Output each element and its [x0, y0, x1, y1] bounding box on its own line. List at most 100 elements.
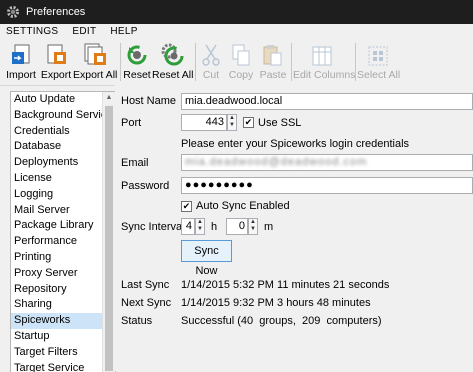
menu-settings[interactable]: SETTINGS [0, 26, 66, 37]
reset-label: Reset [123, 69, 151, 81]
reset-all-label: Reset All [152, 69, 194, 81]
nav-item-logging[interactable]: Logging [11, 187, 115, 203]
sync-now-button[interactable]: Sync Now [181, 240, 232, 277]
stepper-up-icon[interactable]: ▲ [228, 115, 236, 122]
edit-columns-button[interactable]: Edit Columns [293, 41, 356, 83]
email-value: mia.deadwood@deadwood.com [185, 156, 368, 168]
next-sync-value: 1/14/2015 9:32 PM 3 hours 48 minutes [181, 297, 371, 309]
toolbar-separator [195, 43, 196, 81]
edit-columns-label: Edit Columns [293, 69, 356, 81]
nav-item-license[interactable]: License [11, 171, 115, 187]
port-label: Port [121, 117, 142, 129]
table-columns-icon [312, 46, 332, 66]
nav-item-performance[interactable]: Performance [11, 234, 115, 250]
port-stepper[interactable]: ▲ ▼ [227, 114, 237, 131]
next-sync-label: Next Sync [121, 297, 172, 309]
credentials-hint: Please enter your Spiceworks login crede… [181, 138, 410, 150]
copy-button[interactable]: Copy [226, 41, 256, 83]
nav-list: Auto Update Background Service Credentia… [11, 92, 115, 372]
nav-item-proxy-server[interactable]: Proxy Server [11, 266, 115, 282]
last-sync-label: Last Sync [121, 279, 170, 291]
toolbar-separator [355, 43, 356, 81]
reset-all-icon [161, 43, 184, 66]
nav-item-background-service[interactable]: Background Service [11, 108, 115, 124]
select-all-button[interactable]: Select All [357, 41, 401, 83]
email-label: Email [121, 157, 149, 169]
auto-sync-checkbox[interactable]: ✔ [181, 201, 192, 212]
nav-item-target-service[interactable]: Target Service [11, 361, 115, 372]
status-value: Successful (40 groups, 209 computers) [181, 315, 382, 327]
reset-button[interactable]: Reset [123, 41, 151, 83]
host-name-label: Host Name [121, 95, 177, 107]
hours-unit-label: h [211, 221, 218, 233]
import-icon [12, 44, 30, 64]
paste-label: Paste [259, 69, 287, 81]
export-all-label: Export All [73, 69, 118, 81]
nav-item-printing[interactable]: Printing [11, 250, 115, 266]
menu-edit[interactable]: EDIT [66, 26, 104, 37]
last-sync-value: 1/14/2015 5:32 PM 11 minutes 21 seconds [181, 279, 390, 291]
window-title: Preferences [26, 6, 86, 18]
cut-button[interactable]: Cut [198, 41, 224, 83]
status-label: Status [121, 315, 153, 327]
paste-button[interactable]: Paste [258, 41, 288, 83]
paste-icon [263, 45, 282, 66]
nav-scrollbar[interactable]: ▲ [102, 92, 115, 372]
import-label: Import [6, 69, 36, 81]
sync-minutes-input[interactable]: 0 [226, 218, 248, 235]
scroll-up-arrow-icon[interactable]: ▲ [103, 92, 115, 104]
scissors-icon [202, 44, 220, 66]
settings-category-list: Auto Update Background Service Credentia… [10, 91, 116, 372]
stepper-up-icon[interactable]: ▲ [249, 219, 257, 226]
use-ssl-label: Use SSL [258, 117, 302, 129]
menu-help[interactable]: HELP [104, 26, 145, 37]
select-all-label: Select All [357, 69, 401, 81]
gear-icon [7, 6, 19, 18]
minutes-unit-label: m [264, 221, 274, 233]
export-all-icon [84, 43, 106, 65]
scrollbar-thumb[interactable] [105, 106, 113, 371]
host-name-input[interactable]: mia.deadwood.local [181, 93, 473, 110]
nav-item-package-library[interactable]: Package Library [11, 218, 115, 234]
sync-hours-stepper[interactable]: ▲ ▼ [195, 218, 205, 235]
nav-item-auto-update[interactable]: Auto Update [11, 92, 115, 108]
password-label: Password [121, 180, 170, 192]
stepper-down-icon[interactable]: ▼ [196, 226, 204, 233]
nav-item-deployments[interactable]: Deployments [11, 155, 115, 171]
toolbar-separator [120, 43, 121, 81]
nav-item-startup[interactable]: Startup [11, 329, 115, 345]
use-ssl-checkbox[interactable]: ✔ [243, 117, 254, 128]
stepper-up-icon[interactable]: ▲ [196, 219, 204, 226]
stepper-down-icon[interactable]: ▼ [228, 122, 236, 129]
reset-icon [127, 45, 147, 65]
nav-item-spiceworks[interactable]: Spiceworks [11, 313, 115, 329]
nav-item-target-filters[interactable]: Target Filters [11, 345, 115, 361]
export-icon [47, 44, 66, 64]
import-button[interactable]: Import [4, 41, 38, 83]
select-all-icon [368, 46, 388, 66]
copy-icon [232, 44, 250, 66]
password-input[interactable]: ●●●●●●●●● [181, 177, 473, 194]
toolbar: Import Export Export All Reset Reset All… [0, 39, 473, 86]
sync-interval-label: Sync Interval [121, 221, 185, 233]
email-input[interactable]: mia.deadwood@deadwood.com [181, 154, 473, 171]
title-bar: Preferences [0, 0, 473, 24]
stepper-down-icon[interactable]: ▼ [249, 226, 257, 233]
auto-sync-label: Auto Sync Enabled [196, 200, 290, 212]
menu-bar: SETTINGS EDIT HELP [0, 24, 473, 39]
port-input[interactable]: 443 [181, 114, 227, 131]
nav-item-mail-server[interactable]: Mail Server [11, 203, 115, 219]
sync-minutes-stepper[interactable]: ▲ ▼ [248, 218, 258, 235]
sync-hours-input[interactable]: 4 [181, 218, 195, 235]
toolbar-separator [291, 43, 292, 81]
nav-item-credentials[interactable]: Credentials [11, 124, 115, 140]
copy-label: Copy [228, 69, 254, 81]
nav-item-sharing[interactable]: Sharing [11, 297, 115, 313]
export-all-button[interactable]: Export All [73, 41, 117, 83]
cut-label: Cut [202, 69, 220, 81]
nav-item-database[interactable]: Database [11, 139, 115, 155]
export-label: Export [40, 69, 72, 81]
reset-all-button[interactable]: Reset All [152, 41, 194, 83]
export-button[interactable]: Export [40, 41, 72, 83]
nav-item-repository[interactable]: Repository [11, 282, 115, 298]
